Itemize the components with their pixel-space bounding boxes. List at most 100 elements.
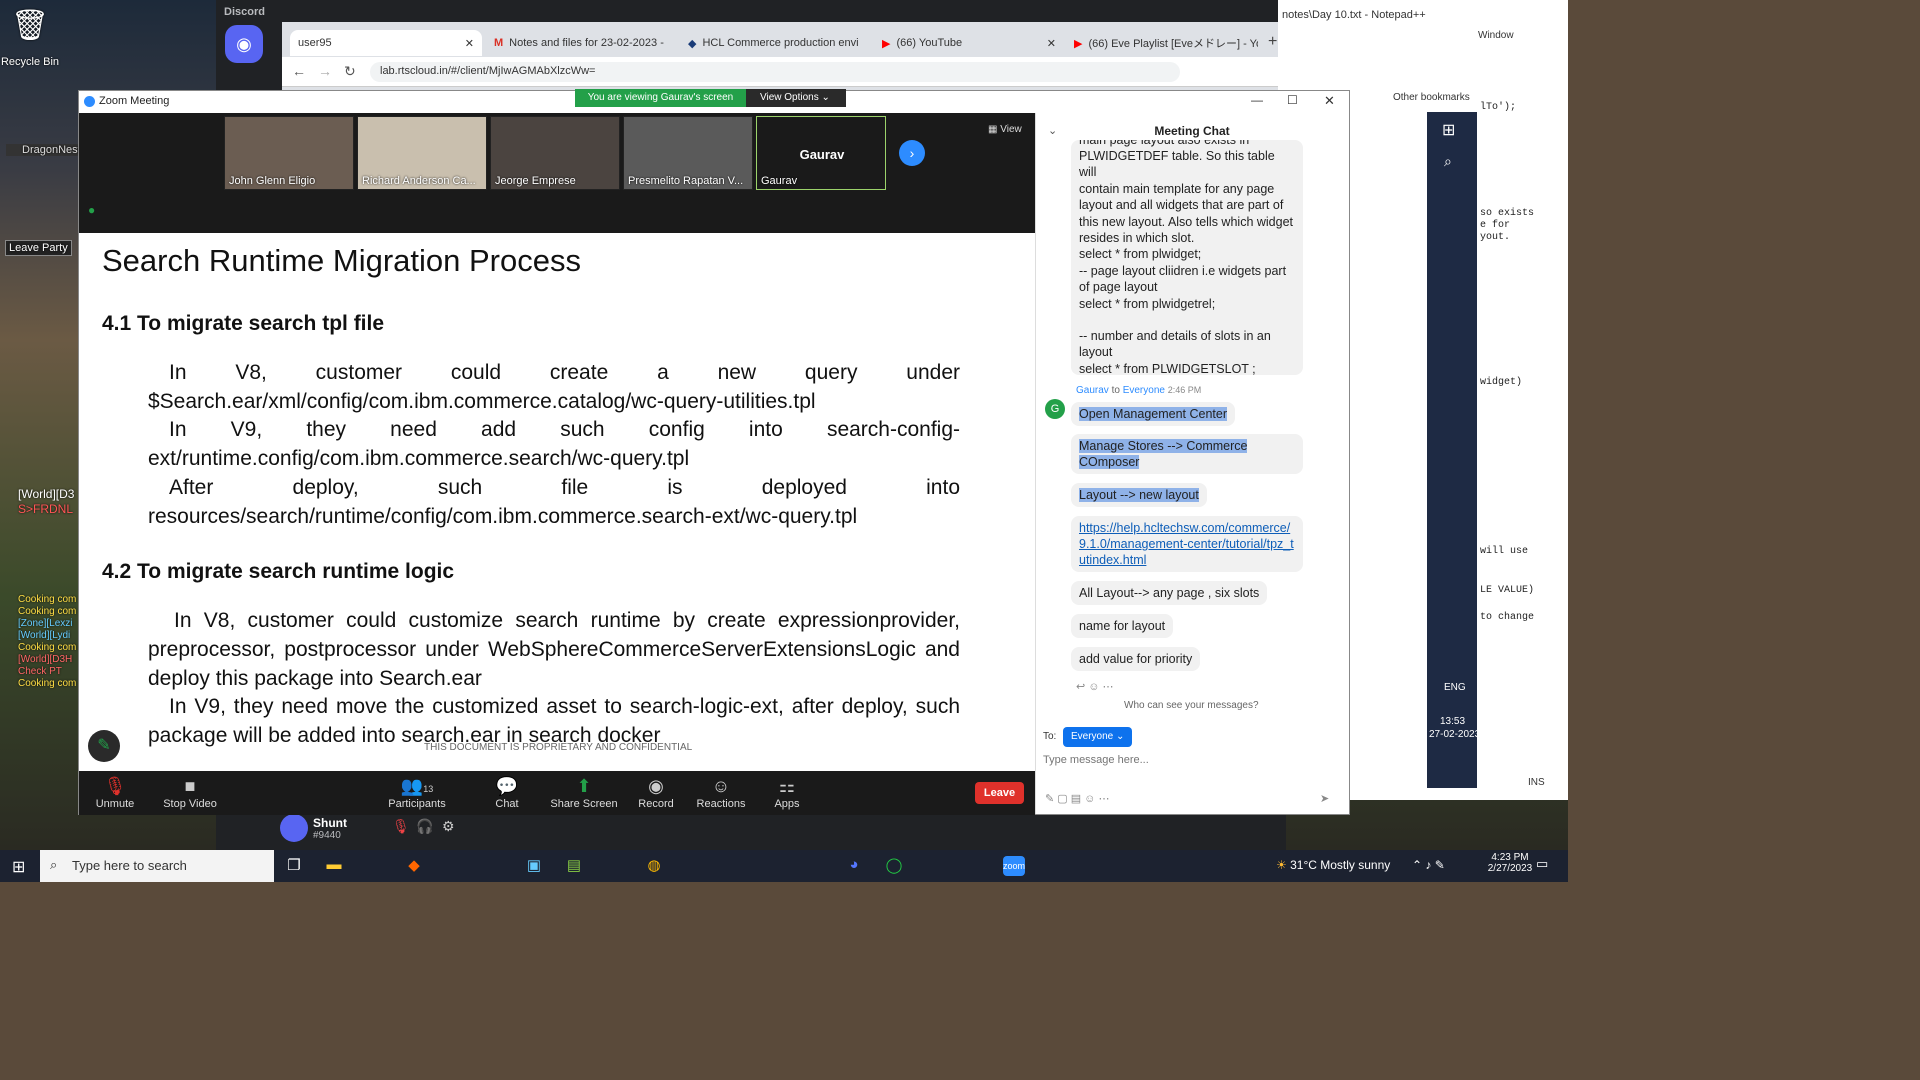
chat-button[interactable]: 💬 Chat xyxy=(477,776,537,810)
folder-icon[interactable]: ▬ xyxy=(323,856,345,876)
chat-tools-icons[interactable]: ✎ ▢ ▤ ☺ ⋯ xyxy=(1045,792,1109,805)
tab-notes[interactable]: M Notes and files for 23-02-2023 - xyxy=(486,30,678,56)
chat-message: add value for priority xyxy=(1071,647,1201,671)
send-icon[interactable]: ➤ xyxy=(1320,792,1329,805)
chat-recipient: Everyone xyxy=(1122,385,1165,396)
close-icon[interactable]: ✕ xyxy=(1047,37,1056,50)
participant-tile[interactable]: Jeorge Emprese xyxy=(490,116,620,190)
record-button[interactable]: ◉ Record xyxy=(626,776,686,810)
brave-icon[interactable]: ◆ xyxy=(403,856,425,876)
taskbar-search[interactable]: ⌕ Type here to search xyxy=(40,850,274,882)
close-icon[interactable]: ✕ xyxy=(465,37,474,50)
chat-link[interactable]: https://help.hcltechsw.com/commerce/9.1.… xyxy=(1071,516,1303,572)
tab-label: user95 xyxy=(298,37,332,49)
leave-party-button[interactable]: Leave Party xyxy=(5,240,72,256)
notification-icon[interactable]: ▭ xyxy=(1536,856,1548,872)
back-icon[interactable]: ← xyxy=(292,63,306,79)
participant-name: Richard Anderson Ca... xyxy=(362,175,476,187)
whatsapp-icon[interactable]: ◯ xyxy=(883,856,905,876)
chrome-icon[interactable]: ◍ xyxy=(643,856,665,876)
discord-icon[interactable]: ◕ xyxy=(843,856,865,876)
gear-icon[interactable]: ⚙ xyxy=(442,818,455,835)
participant-tile[interactable]: Presmelito Rapatan V... xyxy=(623,116,753,190)
tab-eve[interactable]: ▶(66) Eve Playlist [Eveメドレー] - Yo✕ xyxy=(1066,30,1258,56)
view-button[interactable]: ▦ View xyxy=(988,124,1022,135)
participant-big-name: Gaurav xyxy=(799,147,845,162)
code-line: will use xyxy=(1480,546,1529,557)
avatar[interactable] xyxy=(280,814,308,842)
who-can-see[interactable]: Who can see your messages? xyxy=(1124,700,1259,711)
notepad-status-ins: INS xyxy=(1528,777,1545,788)
discord-usertag: #9440 xyxy=(313,830,341,841)
reload-icon[interactable]: ↻ xyxy=(344,63,356,80)
game-chat-line: [World][Lydi xyxy=(18,630,71,641)
participant-tile[interactable]: John Glenn Eligio xyxy=(224,116,354,190)
discord-username: Shunt xyxy=(313,816,347,830)
slide-title: Search Runtime Migration Process xyxy=(102,243,581,278)
tab-user95[interactable]: user95 ✕ xyxy=(290,30,482,56)
weather[interactable]: ☀ 31°C Mostly sunny xyxy=(1276,858,1390,872)
address-bar[interactable]: lab.rtscloud.in/#/client/MjIwAGMAbXlzcWw… xyxy=(370,62,1180,82)
zoom-title: Zoom Meeting xyxy=(99,95,170,107)
participants-button[interactable]: 👥13 Participants xyxy=(385,776,449,810)
recycle-bin-icon[interactable]: 🗑 xyxy=(8,8,52,44)
mute-icon[interactable]: 🎙 xyxy=(392,818,410,835)
reaction-icons[interactable]: ↩ ☺ ⋯ xyxy=(1076,680,1114,693)
chat-to: to xyxy=(1111,385,1120,396)
minimize-icon[interactable]: — xyxy=(1251,93,1263,107)
notepad-icon[interactable]: ▤ xyxy=(563,856,585,876)
panel-lang: ENG xyxy=(1444,682,1466,693)
stop-video-label: Stop Video xyxy=(163,798,217,810)
tab-hcl[interactable]: ◆ HCL Commerce production envi xyxy=(680,30,872,56)
apps-button[interactable]: ⚏ Apps xyxy=(757,776,817,810)
task-view-icon[interactable]: ❐ xyxy=(283,856,305,876)
stop-video-button[interactable]: ■ Stop Video xyxy=(160,776,220,810)
share-screen-button[interactable]: ⬆ Share Screen xyxy=(548,776,620,810)
maximize-icon[interactable]: ☐ xyxy=(1287,93,1298,107)
tab-label: Notes and files for 23-02-2023 - xyxy=(509,37,664,49)
forward-icon[interactable]: → xyxy=(318,63,332,79)
notepad-menu-window[interactable]: Window xyxy=(1478,30,1514,41)
chat-input[interactable] xyxy=(1043,750,1333,770)
reactions-button[interactable]: ☺ Reactions xyxy=(691,776,751,810)
other-bookmarks[interactable]: Other bookmarks xyxy=(1393,92,1470,103)
viewing-banner: You are viewing Gaurav's screen xyxy=(575,89,746,107)
paragraph: After deploy, such file is deployed into… xyxy=(148,476,960,528)
chat-message: Layout --> new layout xyxy=(1071,483,1207,507)
app-icon[interactable]: ▣ xyxy=(523,856,545,876)
game-chat-line: Cooking com xyxy=(18,606,77,617)
annotate-pencil-icon[interactable]: ✎ xyxy=(88,730,120,762)
msg-line: resides in which slot. xyxy=(1079,231,1195,246)
tray-icons[interactable]: ⌃ ♪ ✎ xyxy=(1412,858,1445,872)
unmute-button[interactable]: 🎙 Unmute xyxy=(85,776,145,810)
start-icon[interactable]: ⊞ xyxy=(12,857,25,877)
msg-line xyxy=(1079,312,1295,328)
next-page-icon[interactable]: › xyxy=(899,140,925,166)
windows-icon[interactable]: ⊞ xyxy=(1442,120,1455,140)
paragraph: In V8, customer could customize search r… xyxy=(148,609,960,690)
shield-icon: ● xyxy=(88,203,96,217)
discord-home-icon[interactable]: ◉ xyxy=(225,25,263,63)
view-label: View xyxy=(1000,124,1022,135)
participant-tile-active[interactable]: Gaurav Gaurav xyxy=(756,116,886,190)
zoom-taskbar-icon[interactable]: zoom xyxy=(1003,856,1025,876)
clock[interactable]: 4:23 PM 2/27/2023 xyxy=(1480,852,1540,874)
new-tab-icon[interactable]: + xyxy=(1268,33,1277,51)
tab-youtube[interactable]: ▶ (66) YouTube ✕ xyxy=(874,30,1064,56)
view-options-button[interactable]: View Options ⌄ xyxy=(746,89,846,107)
leave-button[interactable]: Leave xyxy=(975,782,1024,804)
chevron-down-icon[interactable]: ⌄ xyxy=(1048,124,1057,137)
chat-title: Meeting Chat xyxy=(1154,124,1230,138)
chat-message: name for layout xyxy=(1071,614,1174,638)
code-line: to change xyxy=(1480,612,1535,623)
participant-tile[interactable]: Richard Anderson Ca... xyxy=(357,116,487,190)
game-chat-line: Check PT xyxy=(18,666,62,677)
chat-message: Open Management Center xyxy=(1071,402,1236,426)
search-icon[interactable]: ⌕ xyxy=(1444,153,1452,170)
recipient-select[interactable]: Everyone ⌄ xyxy=(1063,727,1133,747)
msg-line: -- number and details of slots in an xyxy=(1079,329,1271,344)
to-label: To: xyxy=(1043,731,1057,742)
close-icon[interactable]: ✕ xyxy=(1324,93,1335,109)
game-chat-frdn: S>FRDNL xyxy=(18,502,74,516)
headphones-icon[interactable]: 🎧 xyxy=(416,818,433,835)
